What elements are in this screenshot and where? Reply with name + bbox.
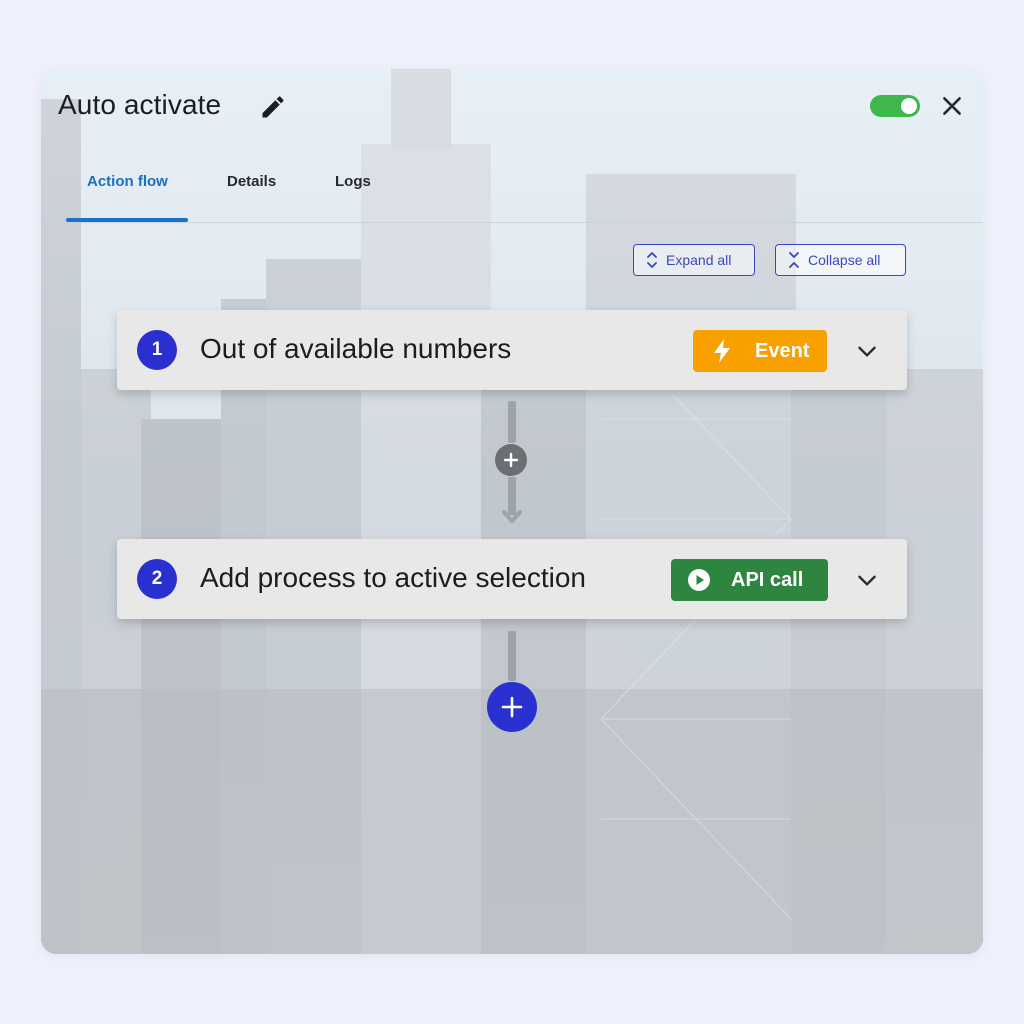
api-call-badge: API call	[671, 559, 828, 601]
chevron-down-icon[interactable]	[854, 338, 880, 364]
expand-all-button[interactable]: Expand all	[633, 244, 755, 276]
plus-icon	[503, 452, 519, 468]
collapse-all-button[interactable]: Collapse all	[775, 244, 906, 276]
page-title: Auto activate	[58, 89, 222, 120]
event-badge: Event	[693, 330, 827, 372]
tab-logs[interactable]: Logs	[335, 173, 371, 190]
tab-details[interactable]: Details	[227, 173, 276, 190]
arrow-down-icon	[502, 510, 522, 523]
badge-label: API call	[731, 568, 804, 591]
play-circle-icon	[688, 569, 710, 591]
insert-step-button[interactable]	[495, 444, 527, 476]
step-number: 2	[137, 559, 177, 599]
collapse-all-label: Collapse all	[808, 252, 881, 268]
tab-action-flow[interactable]: Action flow	[87, 173, 168, 190]
close-icon[interactable]	[939, 93, 965, 119]
step-title: Out of available numbers	[200, 333, 512, 364]
tabs-divider	[41, 222, 983, 223]
tab-bar: Action flow Details Logs	[41, 161, 983, 223]
toggle-knob	[901, 98, 917, 114]
badge-label: Event	[755, 339, 810, 362]
expand-all-label: Expand all	[666, 252, 732, 268]
active-toggle[interactable]	[870, 95, 920, 117]
step-title: Add process to active selection	[200, 562, 586, 593]
chevron-down-icon[interactable]	[854, 567, 880, 593]
pencil-icon[interactable]	[259, 93, 287, 121]
flow-step-2[interactable]: 2 Add process to active selection API ca…	[117, 539, 907, 619]
add-step-button[interactable]	[487, 682, 537, 732]
lightning-icon	[714, 339, 730, 363]
flow-connector	[508, 631, 516, 681]
plus-icon	[501, 696, 523, 718]
step-number: 1	[137, 330, 177, 370]
flow-connector	[508, 401, 516, 443]
collapse-icon	[789, 252, 799, 268]
automation-panel: Auto activate Action flow Details Logs E…	[41, 69, 983, 954]
expand-icon	[647, 252, 657, 268]
flow-step-1[interactable]: 1 Out of available numbers Event	[117, 310, 907, 390]
